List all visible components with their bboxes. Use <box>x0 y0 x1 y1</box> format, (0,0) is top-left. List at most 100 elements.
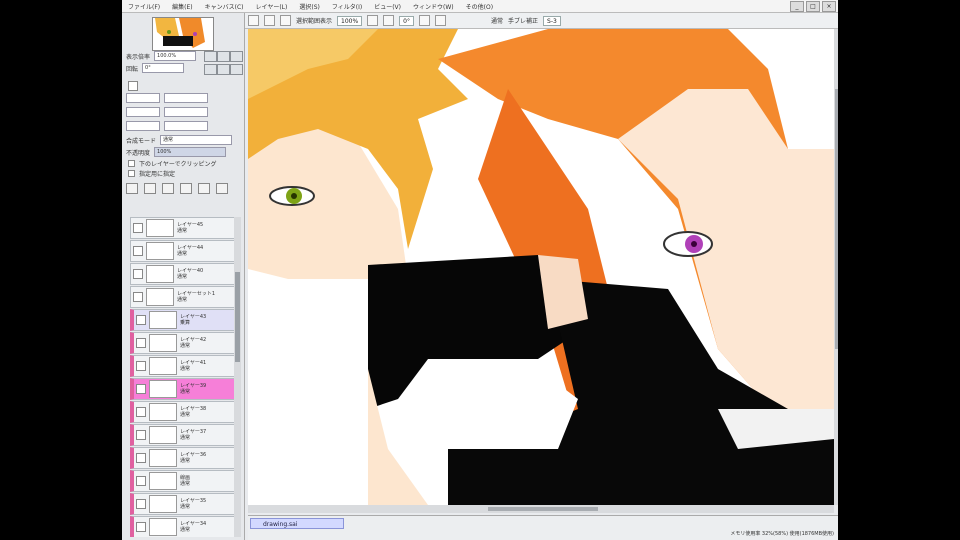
menu-item[interactable]: レイヤー(L) <box>250 2 294 11</box>
visibility-icon[interactable] <box>133 246 143 256</box>
minimize-button[interactable]: _ <box>790 1 804 12</box>
menu-item[interactable]: その他(O) <box>460 2 499 11</box>
visibility-icon[interactable] <box>136 361 146 371</box>
visibility-icon[interactable] <box>136 499 146 509</box>
visibility-icon[interactable] <box>133 269 143 279</box>
layer-row[interactable]: レイヤー38 通常 <box>130 401 240 423</box>
layer-thumbnail <box>149 380 177 398</box>
fx-field-5[interactable] <box>126 121 160 131</box>
layer-mode: 通常 <box>177 274 188 280</box>
nav-rotate-right-button[interactable] <box>217 64 230 75</box>
copy-layer-button[interactable] <box>162 183 174 194</box>
clear-layer-button[interactable] <box>198 183 210 194</box>
layer-thumbnail <box>149 495 177 513</box>
layer-row[interactable]: レイヤー42 通常 <box>130 332 240 354</box>
nav-reset-button[interactable] <box>230 51 243 62</box>
layer-row[interactable]: 線画 通常 <box>130 470 240 492</box>
clipping-checkbox[interactable] <box>128 160 135 167</box>
fx-field-3[interactable] <box>126 107 160 117</box>
close-button[interactable]: × <box>822 1 836 12</box>
zoom-in-button[interactable] <box>367 15 379 26</box>
flip-button[interactable] <box>435 15 446 26</box>
merge-layer-button[interactable] <box>180 183 192 194</box>
visibility-icon[interactable] <box>136 430 146 440</box>
menu-item[interactable]: ウィンドウ(W) <box>407 2 460 11</box>
undo-button[interactable] <box>248 15 259 26</box>
fx-field-2[interactable] <box>164 93 208 103</box>
layer-row[interactable]: レイヤー44 通常 <box>130 240 240 262</box>
layer-thumbnail <box>146 242 174 260</box>
visibility-icon[interactable] <box>136 453 146 463</box>
reference-checkbox-row[interactable]: 指定用に指定 <box>126 169 175 178</box>
canvas-vertical-scrollbar[interactable] <box>834 29 838 505</box>
menu-item[interactable]: キャンバス(C) <box>199 2 250 11</box>
fx-field-6[interactable] <box>164 121 208 131</box>
app-window: ファイル(F) 編集(E) キャンバス(C) レイヤー(L) 選択(S) フィルタ(I) ビ… <box>122 0 838 540</box>
opacity-slider[interactable]: 100% <box>154 147 227 157</box>
stabilizer-select[interactable]: S-3 <box>543 15 561 26</box>
new-layer-button[interactable] <box>126 183 138 194</box>
layer-row[interactable]: レイヤー43 乗算 <box>130 309 240 331</box>
layer-thumbnail <box>146 265 174 283</box>
nav-rotate-left-button[interactable] <box>204 64 217 75</box>
new-folder-button[interactable] <box>144 183 156 194</box>
rotate-button[interactable] <box>419 15 430 26</box>
delete-layer-button[interactable] <box>216 183 228 194</box>
stabilizer-label: 手ブレ補正 <box>508 18 539 25</box>
layer-row[interactable]: レイヤー34 通常 <box>130 516 240 537</box>
angle-value-field[interactable]: 0° <box>142 63 185 73</box>
deselect-button[interactable] <box>280 15 291 26</box>
layer-row[interactable]: レイヤー37 通常 <box>130 424 240 446</box>
layer-row[interactable]: レイヤー39 通常 <box>130 378 240 400</box>
visibility-icon[interactable] <box>136 407 146 417</box>
layer-row[interactable]: レイヤー40 通常 <box>130 263 240 285</box>
visibility-icon[interactable] <box>133 292 143 302</box>
selection-display-checkbox[interactable]: 選択範囲表示 <box>296 16 332 25</box>
layer-scrollbar[interactable] <box>234 217 241 537</box>
menu-item[interactable]: 選択(S) <box>293 2 326 11</box>
visibility-icon[interactable] <box>136 338 146 348</box>
layer-list: レイヤー45 通常 レイヤー44 通常 レイヤー40 通常 レイヤーセット1 通常 レイヤー43… <box>130 217 240 537</box>
redo-button[interactable] <box>264 15 275 26</box>
nav-zoom-out-button[interactable] <box>217 51 230 62</box>
angle-field[interactable]: 0° <box>399 15 414 26</box>
visibility-icon[interactable] <box>133 223 143 233</box>
layer-mode: 乗算 <box>180 320 191 326</box>
fx-field-4[interactable] <box>164 107 208 117</box>
nav-zoom-in-button[interactable] <box>204 51 217 62</box>
menu-item[interactable]: ビュー(V) <box>368 2 407 11</box>
layer-mode: 通常 <box>180 366 191 372</box>
layer-row[interactable]: レイヤーセット1 通常 <box>130 286 240 308</box>
visibility-icon[interactable] <box>136 522 146 532</box>
canvas-hscroll-thumb[interactable] <box>488 507 598 511</box>
layer-row[interactable]: レイヤー45 通常 <box>130 217 240 239</box>
layer-row[interactable]: レイヤー35 通常 <box>130 493 240 515</box>
visibility-icon[interactable] <box>136 476 146 486</box>
drawing-canvas[interactable] <box>248 29 834 505</box>
document-bar: drawing.sai メモリ使用率 32%(58%) 使用(1876MB使用) <box>248 515 838 540</box>
blend-mode-select[interactable]: 通常 <box>160 135 233 145</box>
zoom-out-button[interactable] <box>383 15 395 26</box>
layer-mode: 通常 <box>177 251 188 257</box>
zoom-field[interactable]: 100% <box>337 15 363 26</box>
navigator-thumbnail[interactable] <box>152 17 214 51</box>
zoom-value-field[interactable]: 100.0% <box>154 51 197 61</box>
menu-item[interactable]: 編集(E) <box>166 2 198 11</box>
layer-row[interactable]: レイヤー41 通常 <box>130 355 240 377</box>
collapse-icon[interactable] <box>128 81 138 91</box>
maximize-button[interactable]: □ <box>806 1 820 12</box>
layer-scroll-thumb[interactable] <box>235 272 240 362</box>
reference-checkbox[interactable] <box>128 170 135 177</box>
canvas-horizontal-scrollbar[interactable] <box>248 505 834 513</box>
fx-field-1[interactable] <box>126 93 160 103</box>
canvas-vscroll-thumb[interactable] <box>835 89 838 349</box>
menu-item[interactable]: フィルタ(I) <box>326 2 368 11</box>
visibility-icon[interactable] <box>136 315 146 325</box>
memory-status: メモリ使用率 32%(58%) 使用(1876MB使用) <box>730 531 834 537</box>
layer-row[interactable]: レイヤー36 通常 <box>130 447 240 469</box>
menu-item[interactable]: ファイル(F) <box>122 2 166 11</box>
document-tab[interactable]: drawing.sai <box>250 518 344 529</box>
visibility-icon[interactable] <box>136 384 146 394</box>
clipping-checkbox-row[interactable]: 下のレイヤーでクリッピング <box>126 159 216 168</box>
nav-flip-button[interactable] <box>230 64 243 75</box>
